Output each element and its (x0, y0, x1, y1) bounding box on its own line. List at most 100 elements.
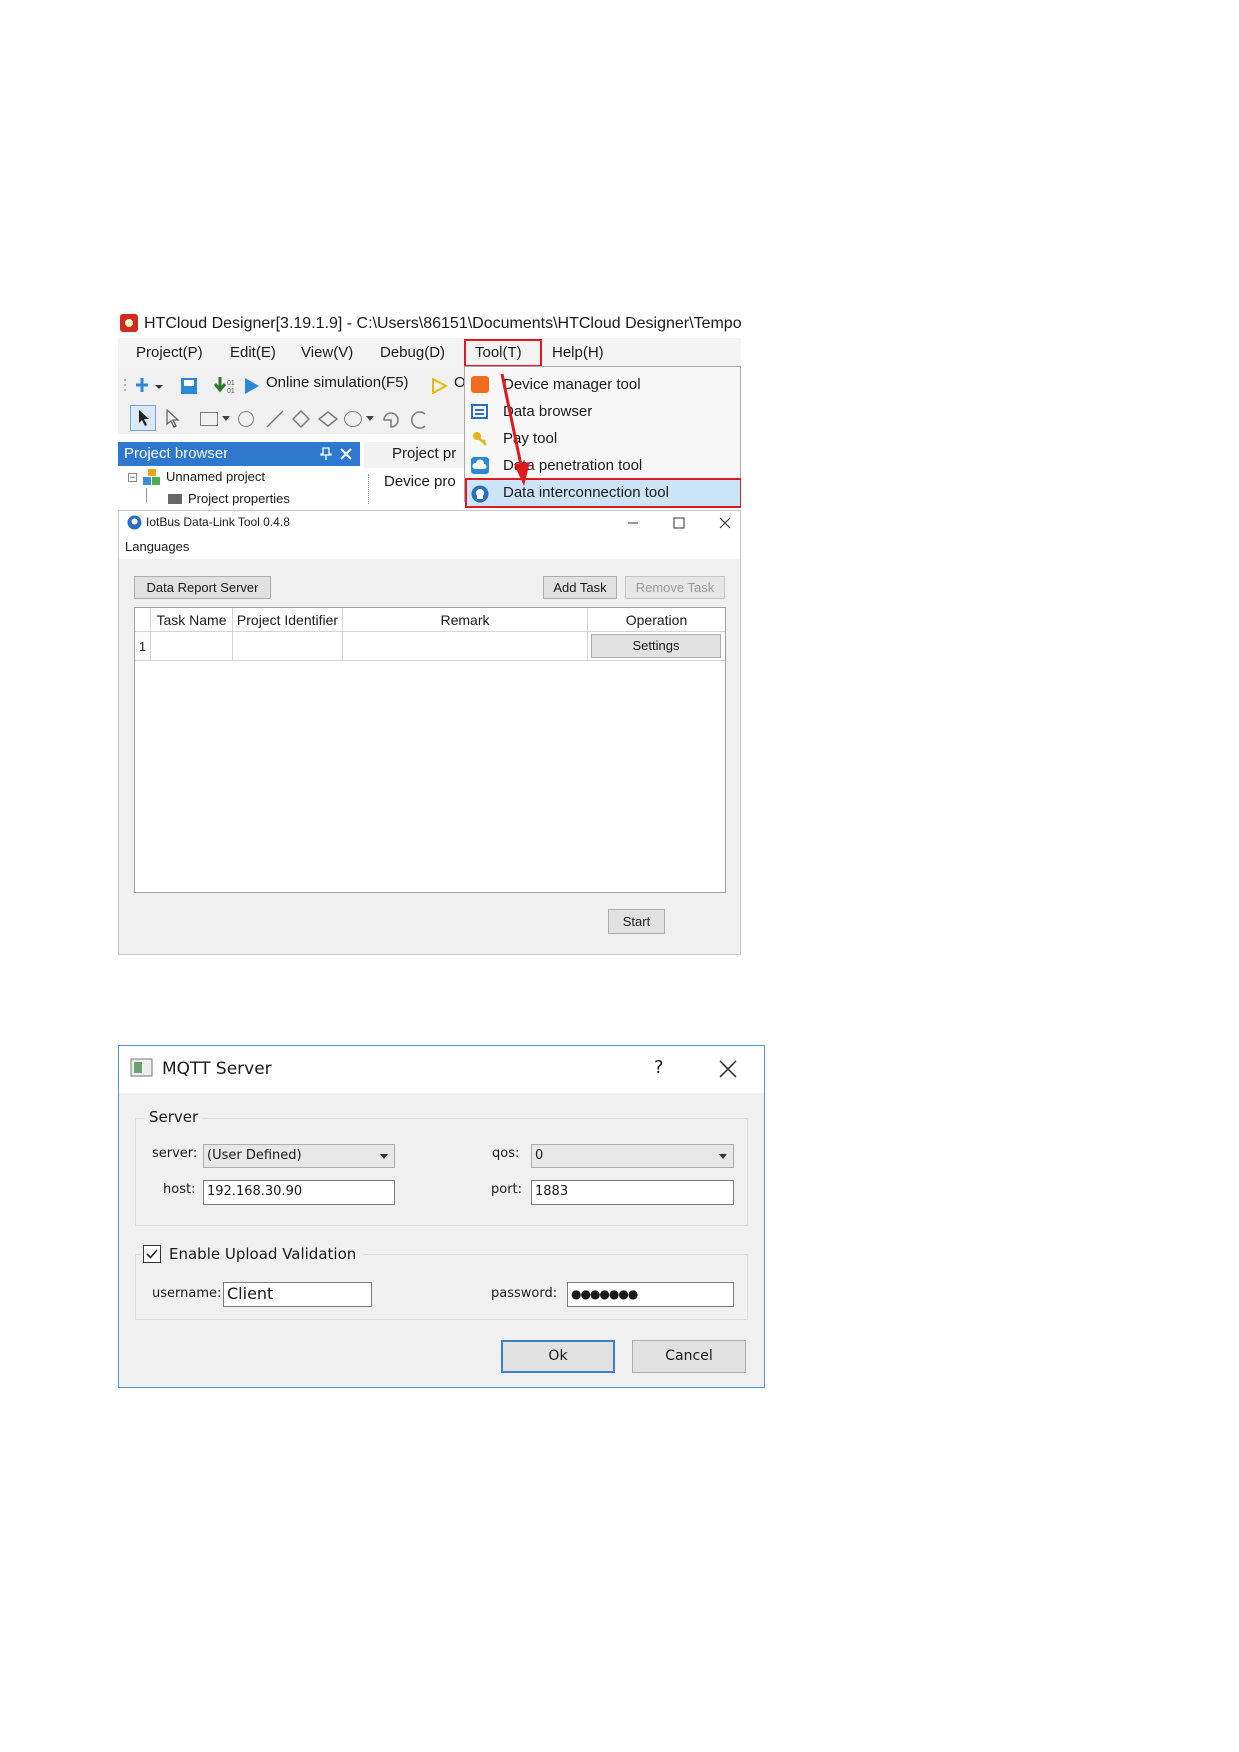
datalink-window: IotBus Data-Link Tool 0.4.8 Languages Da… (118, 510, 741, 955)
server-select[interactable]: (User Defined) (203, 1144, 395, 1168)
device-tab-area: Device pro (364, 468, 464, 510)
new-item-icon[interactable] (136, 377, 164, 395)
column-header-task-name[interactable]: Task Name (151, 608, 233, 632)
designer-titlebar: HTCloud Designer[3.19.1.9] - C:\Users\86… (118, 310, 741, 338)
server-group-title: Server (145, 1108, 203, 1126)
port-label: port: (491, 1182, 523, 1197)
username-label: username: (152, 1286, 222, 1301)
mqtt-title: MQTT Server (162, 1059, 272, 1079)
annotation-arrow-icon (500, 373, 530, 486)
port-input[interactable]: 1883 (531, 1180, 734, 1205)
download-icon[interactable]: 0101 (214, 376, 236, 396)
project-cubes-icon (143, 469, 160, 485)
tree-collapse-toggle[interactable]: − (128, 473, 137, 482)
menu-help[interactable]: Help(H) (552, 338, 604, 368)
arc-tool-icon[interactable] (408, 410, 428, 430)
chevron-down-icon[interactable] (222, 416, 230, 422)
window-title: HTCloud Designer[3.19.1.9] - C:\Users\86… (144, 315, 741, 332)
mqtt-server-dialog: MQTT Server ? Server server: (User Defin… (118, 1045, 765, 1388)
play-icon[interactable] (244, 378, 260, 394)
password-input[interactable]: ●●●●●●● (567, 1282, 734, 1307)
ellipse-tool-icon[interactable] (344, 411, 362, 427)
menu-project[interactable]: Project(P) (136, 338, 203, 368)
validation-checkbox[interactable] (143, 1245, 161, 1263)
play-outline-icon[interactable] (432, 378, 448, 394)
svg-text:01: 01 (227, 388, 235, 395)
minimize-icon[interactable] (627, 518, 639, 528)
chevron-down-icon (380, 1154, 388, 1159)
pointer-outline-icon[interactable] (164, 409, 182, 429)
project-browser-title: Project browser (124, 445, 229, 462)
chevron-down-icon[interactable] (366, 416, 374, 422)
help-icon[interactable]: ? (654, 1057, 664, 1078)
menu-tool[interactable]: Tool(T) (475, 338, 522, 368)
table-row-index: 1 (135, 632, 151, 661)
data-browser-icon (471, 404, 488, 419)
remark-cell[interactable] (343, 632, 588, 661)
task-table: Task Name Project Identifier Remark Oper… (134, 607, 726, 893)
project-tree: − Unnamed project Project properties (118, 466, 360, 510)
line-tool-icon[interactable] (266, 410, 284, 428)
menu-languages[interactable]: Languages (125, 539, 189, 554)
device-manager-icon (471, 376, 489, 393)
select-tool-button[interactable] (130, 405, 156, 431)
rectangle-tool-icon[interactable] (200, 412, 218, 426)
data-interconnection-icon (471, 485, 489, 503)
project-identifier-cell[interactable] (233, 632, 343, 661)
rhombus-tool-icon[interactable] (318, 411, 338, 427)
close-icon[interactable] (719, 1060, 737, 1078)
htcloud-logo-icon (120, 314, 138, 332)
validation-label[interactable]: Enable Upload Validation (169, 1245, 356, 1263)
online-simulation-button[interactable]: Online simulation(F5) (266, 374, 409, 391)
tree-root-label[interactable]: Unnamed project (166, 469, 265, 484)
chevron-down-icon (719, 1154, 727, 1159)
mqtt-titlebar: MQTT Server ? (119, 1046, 764, 1093)
maximize-icon[interactable] (673, 517, 685, 529)
start-button[interactable]: Start (608, 909, 665, 934)
username-input[interactable]: Client (223, 1282, 372, 1307)
column-header-operation[interactable]: Operation (588, 608, 725, 632)
data-report-server-button[interactable]: Data Report Server (134, 576, 271, 599)
column-header-project-identifier[interactable]: Project Identifier (233, 608, 343, 632)
polygon-tool-icon[interactable] (380, 410, 402, 430)
server-group (135, 1118, 748, 1226)
host-input[interactable]: 192.168.30.90 (203, 1180, 395, 1205)
window-app-icon (130, 1058, 153, 1077)
splitter (368, 474, 370, 504)
server-label: server: (152, 1146, 198, 1161)
diamond-tool-icon[interactable] (292, 410, 310, 428)
task-name-cell[interactable] (151, 632, 233, 661)
circle-tool-icon[interactable] (238, 411, 254, 427)
ok-button[interactable]: Ok (501, 1340, 615, 1373)
remove-task-button[interactable]: Remove Task (625, 576, 725, 599)
password-label: password: (491, 1286, 558, 1301)
menu-bar: Project(P) Edit(E) View(V) Debug(D) Tool… (118, 338, 741, 369)
menu-view[interactable]: View(V) (301, 338, 353, 368)
cancel-button[interactable]: Cancel (632, 1340, 746, 1373)
designer-screenshot: HTCloud Designer[3.19.1.9] - C:\Users\86… (118, 310, 741, 955)
validation-header: Enable Upload Validation (141, 1243, 363, 1265)
host-label: host: (163, 1182, 196, 1197)
save-icon[interactable] (180, 377, 198, 395)
operation-cell: Settings (588, 632, 725, 661)
close-icon[interactable] (340, 448, 352, 460)
tab-device[interactable]: Device pro (384, 473, 456, 490)
column-header-remark[interactable]: Remark (343, 608, 588, 632)
close-icon[interactable] (719, 517, 731, 529)
project-browser-header: Project browser (118, 442, 360, 466)
toolbar-grip-icon (124, 379, 126, 391)
datalink-title: IotBus Data-Link Tool 0.4.8 (146, 515, 290, 529)
drawing-toolbar (118, 402, 468, 434)
menu-debug[interactable]: Debug(D) (380, 338, 445, 368)
cloud-icon (471, 457, 489, 474)
qos-select[interactable]: 0 (531, 1144, 734, 1168)
settings-button[interactable]: Settings (591, 634, 721, 658)
tree-child-label[interactable]: Project properties (188, 491, 290, 506)
add-task-button[interactable]: Add Task (543, 576, 617, 599)
menu-edit[interactable]: Edit(E) (230, 338, 276, 368)
row-header-corner (135, 608, 151, 632)
datalink-menubar: Languages (119, 535, 740, 559)
pin-icon[interactable] (320, 447, 332, 461)
tree-line (146, 488, 147, 502)
main-toolbar: 01 01 Online simulation(F5) O (118, 368, 468, 402)
